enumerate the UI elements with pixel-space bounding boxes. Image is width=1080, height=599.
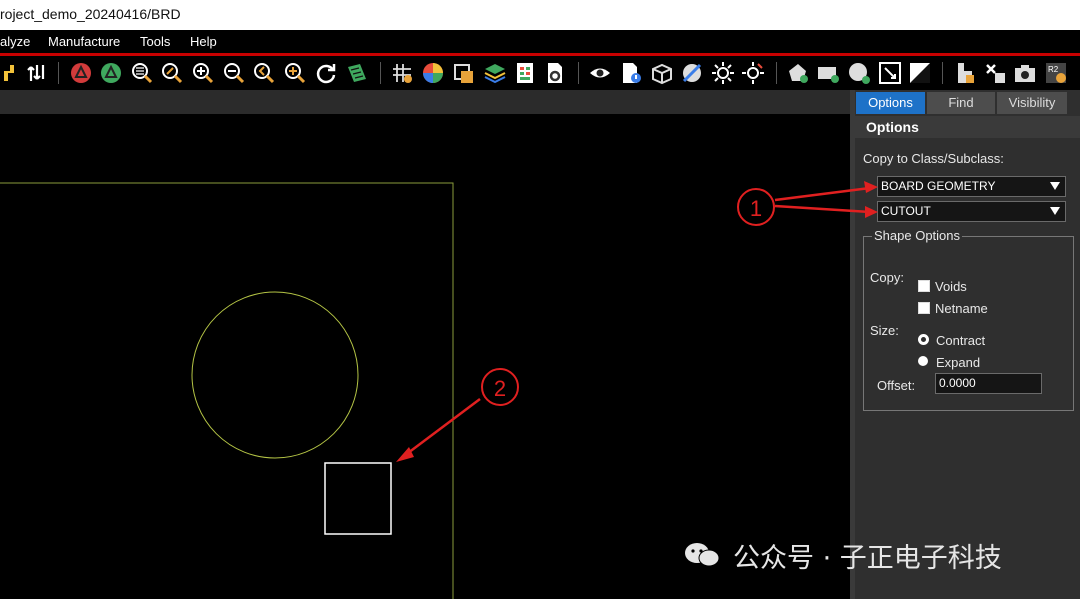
menu-bar: alyze Manufacture Tools Help [0,30,1080,53]
watermark-text: 公众号 · 子正电子科技 [733,543,1002,574]
3d-view-icon[interactable] [650,61,674,85]
subclass-dropdown[interactable]: CUTOUT [877,201,1066,222]
rules-icon[interactable]: R2 [1044,61,1068,85]
wechat-icon [685,543,720,567]
highlight-icon[interactable] [711,61,735,85]
zoom-out-icon[interactable] [222,61,246,85]
dehighlight-icon[interactable] [741,61,765,85]
menu-analyze[interactable]: alyze [0,34,30,49]
voids-label: Voids [935,279,967,294]
ratsnest-icon[interactable] [680,61,704,85]
contract-label: Contract [936,333,986,348]
drc-red-icon[interactable] [69,61,93,85]
toolbar: R2 [0,56,1080,90]
select-shape-icon[interactable] [878,61,902,85]
snapshot-icon[interactable] [1013,61,1037,85]
zoom-world-icon[interactable] [283,61,307,85]
config-icon[interactable] [543,61,567,85]
annotation-marker-1-label: 1 [750,196,762,221]
size-label: Size: [870,323,899,338]
toolbar-separator [58,62,59,84]
offset-input[interactable]: 0.0000 [935,373,1042,394]
options-panel: Options Find Visibility Options Copy to … [855,90,1080,599]
color-icon[interactable] [421,61,445,85]
offset-value: 0.0000 [939,376,976,390]
menu-tools[interactable]: Tools [140,34,170,49]
annotation-arrows-1 [774,181,878,218]
tab-options[interactable]: Options [856,92,925,114]
circle-shape[interactable] [191,291,359,459]
class-dropdown[interactable]: BOARD GEOMETRY [877,176,1066,197]
toolbar-separator [380,62,381,84]
voids-checkbox[interactable] [918,280,930,292]
window-title: roject_demo_20240416/BRD [0,6,181,22]
toolbar-separator [776,62,777,84]
board-outline[interactable] [0,182,454,599]
route-icon[interactable] [0,61,24,85]
toolbar-separator [942,62,943,84]
shape-options-legend: Shape Options [872,228,963,243]
redraw-icon[interactable] [314,61,338,85]
window-titlebar: roject_demo_20240416/BRD [0,0,1080,30]
selected-rectangle[interactable] [324,462,392,535]
shadow-icon[interactable] [452,61,476,85]
contract-radio[interactable] [918,334,929,345]
annotation-arrow-2 [403,398,481,457]
grid-icon[interactable] [390,61,414,85]
zoom-select-icon[interactable] [160,61,184,85]
layer-3d-icon[interactable] [345,61,369,85]
expand-radio[interactable] [918,356,928,366]
unplace-icon[interactable] [983,61,1007,85]
class-dropdown-value: BOARD GEOMETRY [881,179,996,193]
design-canvas[interactable]: 2 1 [0,114,850,599]
drc-green-icon[interactable] [99,61,123,85]
circle-add-icon[interactable] [847,61,871,85]
svg-text:R2: R2 [1048,65,1059,74]
subclass-dropdown-value: CUTOUT [881,204,931,218]
zoom-in-icon[interactable] [191,61,215,85]
offset-label: Offset: [877,378,916,393]
canvas-topbar [0,90,855,114]
chevron-down-icon [1050,182,1060,190]
properties-icon[interactable] [619,61,643,85]
annotation-marker-2-label: 2 [494,376,506,401]
expand-label: Expand [936,355,981,370]
place-icon[interactable] [952,61,976,85]
panel-header: Options [855,116,1080,138]
copy-label: Copy: [870,270,904,285]
report-icon[interactable] [513,61,537,85]
toolbar-separator [578,62,579,84]
visibility-eye-icon[interactable] [588,61,612,85]
shape-add-icon[interactable] [786,61,810,85]
void-icon[interactable] [908,61,932,85]
zoom-fit-icon[interactable] [130,61,154,85]
zoom-prev-icon[interactable] [252,61,276,85]
tab-visibility[interactable]: Visibility [997,92,1067,114]
rect-add-icon[interactable] [816,61,840,85]
layers-icon[interactable] [483,61,507,85]
panel-title: Options [866,119,919,135]
tab-find[interactable]: Find [927,92,995,114]
netname-label: Netname [935,301,988,316]
copy-to-label: Copy to Class/Subclass: [863,151,1004,166]
swap-icon[interactable] [25,61,49,85]
chevron-down-icon [1050,207,1060,215]
menu-manufacture[interactable]: Manufacture [48,34,120,49]
netname-checkbox[interactable] [918,302,930,314]
menu-help[interactable]: Help [190,34,217,49]
